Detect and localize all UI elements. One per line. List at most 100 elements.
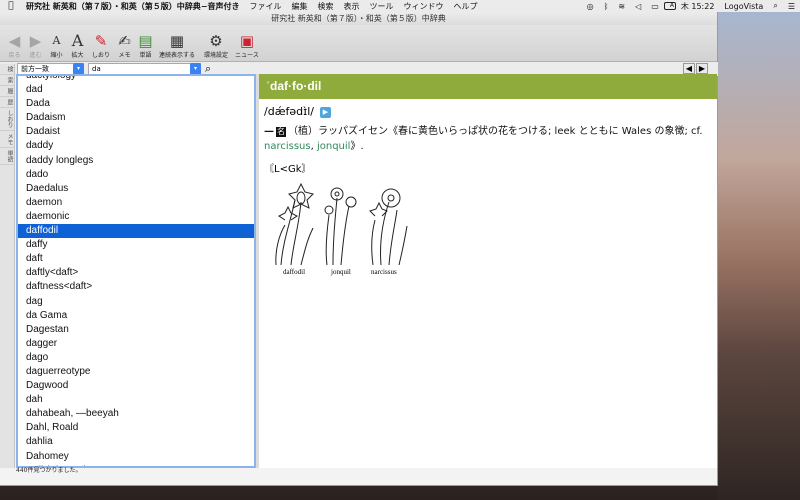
side-tab-history-1[interactable]: 履 xyxy=(0,86,14,97)
side-tab-search-1[interactable]: 検 xyxy=(0,64,14,75)
list-item[interactable]: dagger xyxy=(18,337,254,351)
list-item[interactable]: daftly<daft> xyxy=(18,266,254,280)
menu-help[interactable]: ヘルプ xyxy=(450,1,484,12)
continuous-display-icon: ▦ xyxy=(169,32,185,50)
entry-headword: ˈdaf·fo·dil xyxy=(259,74,717,99)
bluetooth-icon[interactable]: ᛒ xyxy=(599,2,614,11)
menu-app-name[interactable]: 研究社 新英和（第７版）・和英（第５版）中辞典−音声付き xyxy=(22,1,246,12)
word-button[interactable]: ▤ 単語 xyxy=(135,32,156,61)
search-mode-value: 前方一致 xyxy=(21,65,49,73)
settings-gear-icon: ⚙ xyxy=(209,32,223,50)
font-larger-button[interactable]: A 拡大 xyxy=(67,32,88,61)
side-tab-words[interactable]: 単語 xyxy=(0,148,14,165)
side-tab-history-2[interactable]: 歴 xyxy=(0,97,14,108)
status-icon[interactable]: ◎ xyxy=(582,2,599,11)
back-arrow-icon: ◀ xyxy=(8,32,21,50)
memo-button[interactable]: ✍ メモ xyxy=(114,32,135,61)
list-item[interactable]: daemonic xyxy=(18,210,254,224)
caption-jonquil: jonquil xyxy=(331,268,351,276)
entry-pronunciation: /dǽfədɪ̀l/ xyxy=(264,105,314,118)
list-item[interactable]: daffy xyxy=(18,238,254,252)
link-jonquil[interactable]: jonquil xyxy=(317,141,350,152)
entry-definition: — 名（植）ラッパズイセン《春に黄色いらっぱ状の花をつける; leek とともに … xyxy=(264,126,703,152)
spotlight-icon[interactable]: ⌕ xyxy=(768,1,782,11)
list-item[interactable]: daffodil xyxy=(18,224,254,239)
side-tab-search-2[interactable]: 索 xyxy=(0,75,14,86)
list-item[interactable]: daftness<daft> xyxy=(18,280,254,294)
list-item[interactable]: Dadaism xyxy=(18,111,254,125)
flower-drawing xyxy=(275,182,408,266)
definition-pane: ˈdaf·fo·dil /dǽfədɪ̀l/ ▶ — 名（植）ラッパズイセン《春に… xyxy=(259,74,717,468)
font-smaller-button[interactable]: A 縮小 xyxy=(46,32,67,61)
play-audio-icon[interactable]: ▶ xyxy=(319,106,331,118)
list-item[interactable]: dag xyxy=(18,295,254,309)
toolbar: ◀ 戻る ▶ 進む A 縮小 A 拡大 ✎ しおり ✍ メモ ▤ 単語 ▦ 連続 xyxy=(0,25,717,62)
menu-file[interactable]: ファイル xyxy=(246,1,288,12)
bookmark-button[interactable]: ✎ しおり xyxy=(88,32,114,61)
entry-pronunciation-row: /dǽfədɪ̀l/ ▶ xyxy=(259,104,717,120)
prev-entry-arrow-icon[interactable]: ◀ xyxy=(683,63,695,74)
side-tabs: 検 索 履 歴 しおり メモ 単語 xyxy=(0,64,15,468)
list-item[interactable]: dad xyxy=(18,83,254,97)
font-smaller-icon: A xyxy=(52,34,61,47)
menu-extras: ◎ ᛒ ≋ ◁ ▭ A 木 15:22 LogoVista ⌕ ☰ xyxy=(582,0,800,12)
list-item[interactable]: da Gama xyxy=(18,309,254,323)
caption-daffodil: daffodil xyxy=(283,268,306,276)
word-list[interactable]: dactylology dad Dada Dadaism Dadaist daddy dad… xyxy=(16,74,256,468)
list-item[interactable]: daddy xyxy=(18,139,254,153)
memo-icon: ✍ xyxy=(118,32,131,50)
menu-window[interactable]: ウィンドウ xyxy=(400,1,450,12)
list-item[interactable]: dahabeah, —beeyah xyxy=(18,407,254,421)
list-item[interactable]: Dagestan xyxy=(18,323,254,337)
forward-button[interactable]: ▶ 進む xyxy=(25,32,46,61)
menu-tools[interactable]: ツール xyxy=(366,1,400,12)
list-item[interactable]: Daedalus xyxy=(18,182,254,196)
apple-menu-icon[interactable]:  xyxy=(0,1,22,11)
list-item[interactable]: Dahl, Roald xyxy=(18,421,254,435)
next-entry-arrow-icon[interactable]: ▶ xyxy=(696,63,708,74)
volume-icon[interactable]: ◁ xyxy=(630,2,646,11)
preferences-button[interactable]: ⚙ 環境設定 xyxy=(198,32,234,61)
caption-narcissus: narcissus xyxy=(371,268,397,276)
list-item[interactable]: Dahomey xyxy=(18,450,254,464)
continuous-display-button[interactable]: ▦ 連続表示する xyxy=(156,32,198,61)
bookmark-icon: ✎ xyxy=(94,32,108,50)
side-tab-bookmarks[interactable]: しおり xyxy=(0,108,14,131)
list-item[interactable]: daguerreotype xyxy=(18,365,254,379)
menu-search[interactable]: 検索 xyxy=(314,1,340,12)
desktop-wallpaper xyxy=(718,12,800,500)
input-method-indicator[interactable]: A xyxy=(663,2,676,10)
list-item[interactable]: dahlia xyxy=(18,435,254,449)
list-item[interactable]: daemon xyxy=(18,196,254,210)
search-query: da xyxy=(92,65,101,73)
status-bar: 440件見つかりました。 xyxy=(16,467,82,474)
list-item[interactable]: daft xyxy=(18,252,254,266)
list-item[interactable]: dago xyxy=(18,351,254,365)
menu-view[interactable]: 表示 xyxy=(340,1,366,12)
clock[interactable]: 木 15:22 xyxy=(676,1,720,12)
battery-icon[interactable]: ▭ xyxy=(646,2,664,11)
side-tab-memo[interactable]: メモ xyxy=(0,131,14,148)
wifi-icon[interactable]: ≋ xyxy=(613,2,630,11)
control-list-icon[interactable]: ☰ xyxy=(783,2,800,11)
back-button[interactable]: ◀ 戻る xyxy=(4,32,25,61)
list-item[interactable]: daddy longlegs xyxy=(18,154,254,168)
forward-arrow-icon: ▶ xyxy=(29,32,42,50)
entry-etymology: 〘L<Gk〙 xyxy=(264,164,312,175)
menu-edit[interactable]: 編集 xyxy=(288,1,314,12)
word-icon: ▤ xyxy=(138,32,153,50)
word-list-items: dactylology dad Dada Dadaism Dadaist daddy dad… xyxy=(18,76,254,466)
list-item[interactable]: dactylology xyxy=(18,76,254,83)
news-button[interactable]: ▣ ニュース xyxy=(234,32,260,61)
news-icon: ▣ xyxy=(239,32,255,50)
entry-nav: ◀ ▶ xyxy=(682,63,708,74)
list-item[interactable]: dado xyxy=(18,168,254,182)
list-item[interactable]: dah xyxy=(18,393,254,407)
list-item[interactable]: Dagwood xyxy=(18,379,254,393)
menu-vendor[interactable]: LogoVista xyxy=(719,2,768,11)
list-item[interactable]: Dadaist xyxy=(18,125,254,139)
part-of-speech-badge: 名 xyxy=(276,127,286,137)
font-larger-icon: A xyxy=(71,31,84,50)
list-item[interactable]: Dada xyxy=(18,97,254,111)
link-narcissus[interactable]: narcissus xyxy=(264,141,311,152)
